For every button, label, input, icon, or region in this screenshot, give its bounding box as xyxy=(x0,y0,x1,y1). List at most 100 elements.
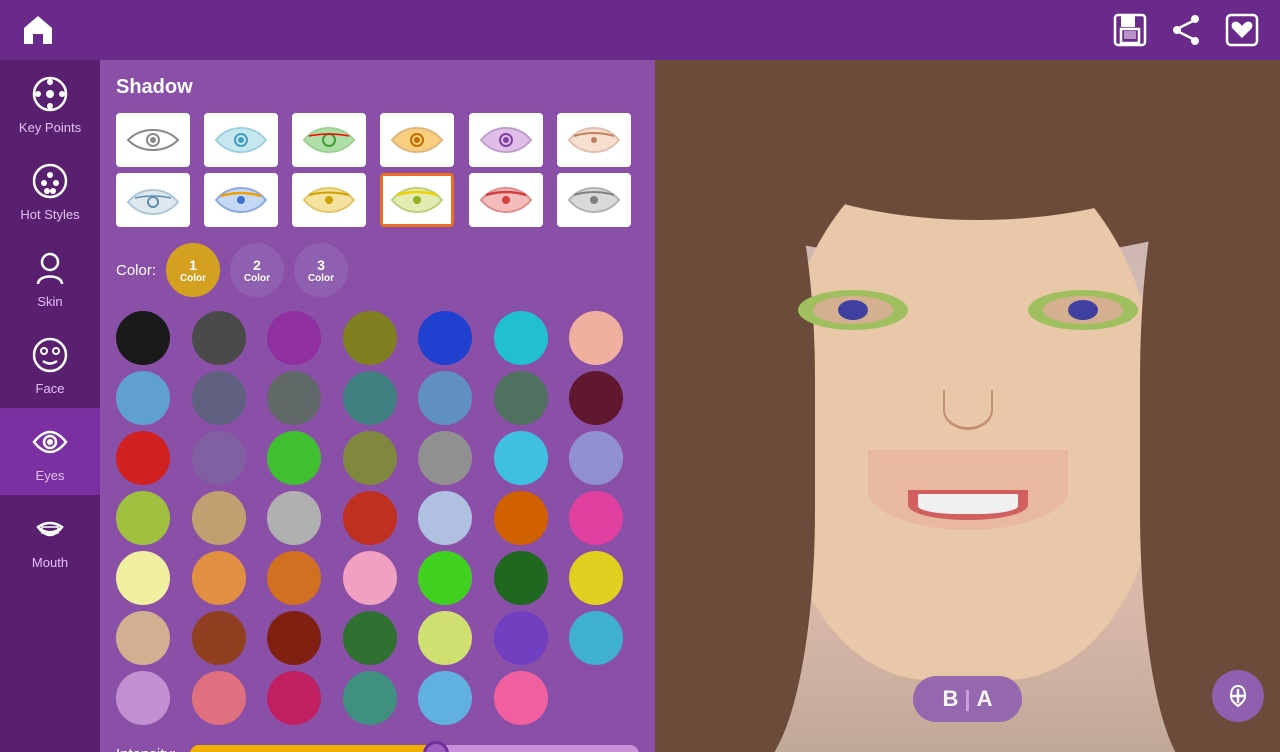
style-thumb-6[interactable] xyxy=(116,173,190,227)
color-dot-15[interactable] xyxy=(192,431,246,485)
color-dot-31[interactable] xyxy=(343,551,397,605)
color-dot-4[interactable] xyxy=(418,311,472,365)
intensity-row: Intensity: xyxy=(116,745,639,752)
color-dot-42[interactable] xyxy=(116,671,170,725)
face-icon xyxy=(28,333,72,377)
color-dot-0[interactable] xyxy=(116,311,170,365)
style-thumb-9[interactable] xyxy=(380,173,454,227)
color-dot-40[interactable] xyxy=(494,611,548,665)
main: Key Points Hot Styles xyxy=(0,60,1280,752)
share-button[interactable] xyxy=(1168,12,1204,48)
color-dot-25[interactable] xyxy=(418,491,472,545)
style-thumb-4[interactable] xyxy=(469,113,543,167)
color-dot-16[interactable] xyxy=(267,431,321,485)
color-dot-10[interactable] xyxy=(343,371,397,425)
intensity-label: Intensity: xyxy=(116,746,176,752)
ba-separator: | xyxy=(964,686,970,712)
color-dot-44[interactable] xyxy=(267,671,321,725)
style-thumb-3[interactable] xyxy=(380,113,454,167)
color-dot-35[interactable] xyxy=(116,611,170,665)
hotstyles-icon xyxy=(28,159,72,203)
intensity-slider[interactable] xyxy=(190,745,639,752)
color-mode-3-button[interactable]: 3 Color xyxy=(294,243,348,297)
color-mode-2-button[interactable]: 2 Color xyxy=(230,243,284,297)
topbar xyxy=(0,0,1280,60)
color-dot-38[interactable] xyxy=(343,611,397,665)
save-button[interactable] xyxy=(1112,12,1148,48)
sidebar-item-hotstyles[interactable]: Hot Styles xyxy=(0,147,100,234)
ba-b-label: B xyxy=(943,686,959,712)
color-dot-41[interactable] xyxy=(569,611,623,665)
color-mode-2-label: Color xyxy=(244,273,270,284)
color-mode-1-button[interactable]: 1 Color xyxy=(166,243,220,297)
section-title: Shadow xyxy=(116,76,639,99)
color-dot-46[interactable] xyxy=(418,671,472,725)
color-mode-1-num: 1 xyxy=(189,257,197,273)
color-dot-8[interactable] xyxy=(192,371,246,425)
color-dot-6[interactable] xyxy=(569,311,623,365)
style-thumb-11[interactable] xyxy=(557,173,631,227)
style-thumb-10[interactable] xyxy=(469,173,543,227)
color-dot-45[interactable] xyxy=(343,671,397,725)
color-dot-5[interactable] xyxy=(494,311,548,365)
color-dot-11[interactable] xyxy=(418,371,472,425)
style-thumb-7[interactable] xyxy=(204,173,278,227)
color-dot-27[interactable] xyxy=(569,491,623,545)
style-thumb-0[interactable] xyxy=(116,113,190,167)
color-dot-47[interactable] xyxy=(494,671,548,725)
sidebar-item-mouth[interactable]: Mouth xyxy=(0,495,100,582)
mouth-icon xyxy=(28,507,72,551)
style-thumb-8[interactable] xyxy=(292,173,366,227)
color-dot-24[interactable] xyxy=(343,491,397,545)
color-dot-2[interactable] xyxy=(267,311,321,365)
add-button[interactable] xyxy=(1212,670,1264,722)
color-dot-28[interactable] xyxy=(116,551,170,605)
color-dot-32[interactable] xyxy=(418,551,472,605)
color-dot-26[interactable] xyxy=(494,491,548,545)
color-dot-17[interactable] xyxy=(343,431,397,485)
color-dot-37[interactable] xyxy=(267,611,321,665)
color-dot-23[interactable] xyxy=(267,491,321,545)
color-dot-43[interactable] xyxy=(192,671,246,725)
color-dot-22[interactable] xyxy=(192,491,246,545)
color-dot-19[interactable] xyxy=(494,431,548,485)
color-mode-3-num: 3 xyxy=(317,257,325,273)
color-dot-18[interactable] xyxy=(418,431,472,485)
color-label: Color: xyxy=(116,262,156,279)
sidebar-item-face[interactable]: Face xyxy=(0,321,100,408)
color-dot-34[interactable] xyxy=(569,551,623,605)
home-button[interactable] xyxy=(20,12,56,48)
color-dot-7[interactable] xyxy=(116,371,170,425)
style-thumb-5[interactable] xyxy=(557,113,631,167)
sidebar-item-face-label: Face xyxy=(36,381,65,396)
color-selector: Color: 1 Color 2 Color 3 Color xyxy=(116,243,639,297)
color-palette xyxy=(116,311,639,725)
sidebar-item-skin-label: Skin xyxy=(37,294,62,309)
sidebar-item-keypoints[interactable]: Key Points xyxy=(0,60,100,147)
color-dot-29[interactable] xyxy=(192,551,246,605)
color-dot-39[interactable] xyxy=(418,611,472,665)
color-dot-12[interactable] xyxy=(494,371,548,425)
color-dot-21[interactable] xyxy=(116,491,170,545)
sidebar-item-eyes-label: Eyes xyxy=(36,468,65,483)
color-dot-13[interactable] xyxy=(569,371,623,425)
color-dot-9[interactable] xyxy=(267,371,321,425)
color-dot-33[interactable] xyxy=(494,551,548,605)
color-dot-20[interactable] xyxy=(569,431,623,485)
color-dot-3[interactable] xyxy=(343,311,397,365)
color-dot-1[interactable] xyxy=(192,311,246,365)
eyes-icon xyxy=(28,420,72,464)
sidebar-item-skin[interactable]: Skin xyxy=(0,234,100,321)
keypoints-icon xyxy=(28,72,72,116)
color-dot-30[interactable] xyxy=(267,551,321,605)
style-thumb-1[interactable] xyxy=(204,113,278,167)
sidebar-item-eyes[interactable]: Eyes xyxy=(0,408,100,495)
color-mode-1-label: Color xyxy=(180,273,206,284)
sidebar-item-hotstyles-label: Hot Styles xyxy=(20,207,79,222)
color-dot-14[interactable] xyxy=(116,431,170,485)
style-thumb-2[interactable] xyxy=(292,113,366,167)
image-area: B | A xyxy=(655,60,1280,752)
ba-button[interactable]: B | A xyxy=(913,676,1023,722)
color-dot-36[interactable] xyxy=(192,611,246,665)
favorite-button[interactable] xyxy=(1224,12,1260,48)
